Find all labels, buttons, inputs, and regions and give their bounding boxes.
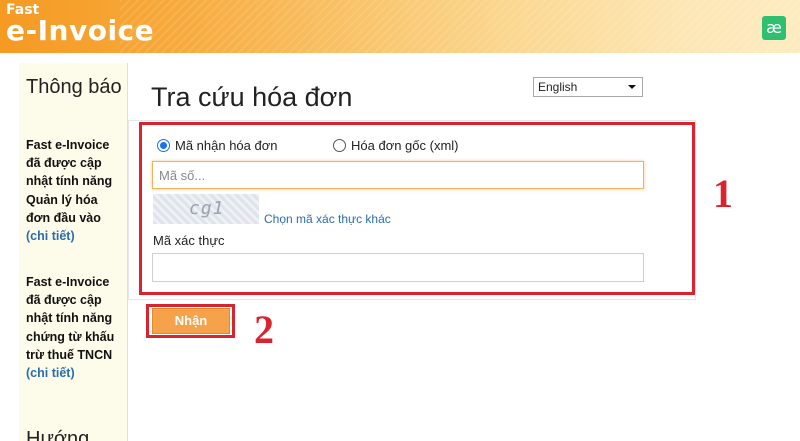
page-title: Tra cứu hóa đơn (151, 82, 353, 112)
ae-icon[interactable]: æ (762, 16, 786, 40)
annotation-marker-2: 2 (254, 307, 274, 352)
captcha-image: cg1 (153, 194, 259, 224)
radio-invoice-code-label[interactable]: Mã nhận hóa đơn (175, 138, 278, 153)
sidebar-next-section: Hướng (26, 428, 90, 441)
radio-invoice-code[interactable] (157, 139, 170, 152)
invoice-code-input[interactable] (152, 161, 644, 189)
sidebar-announcements: Thông báo Fast e-Invoice đã được cập nhậ… (19, 63, 128, 441)
verification-code-input[interactable] (152, 253, 644, 282)
chevron-down-icon (628, 85, 636, 89)
logo-einvoice[interactable]: e-Invoice (6, 14, 154, 47)
news-item: Fast e-Invoice đã được cập nhật tính năn… (26, 273, 122, 382)
verification-code-label: Mã xác thực (153, 233, 225, 248)
language-selected: English (538, 80, 578, 94)
news-text: Fast e-Invoice đã được cập nhật tính năn… (26, 275, 115, 362)
news-detail-link[interactable]: (chi tiết) (26, 366, 75, 380)
news-text: Fast e-Invoice đã được cập nhật tính năn… (26, 138, 113, 225)
captcha-refresh-link[interactable]: Chọn mã xác thực khác (264, 212, 391, 226)
captcha-text: cg1 (189, 198, 225, 219)
news-detail-link[interactable]: (chi tiết) (26, 229, 75, 243)
header-banner: Fast e-Invoice æ (0, 0, 800, 53)
submit-button[interactable]: Nhận (152, 308, 230, 334)
sidebar-title: Thông báo (26, 76, 122, 98)
news-item: Fast e-Invoice đã được cập nhật tính năn… (26, 136, 122, 245)
language-select[interactable]: English (533, 77, 643, 97)
annotation-marker-1: 1 (713, 171, 733, 216)
radio-original-xml-label[interactable]: Hóa đơn gốc (xml) (351, 138, 459, 153)
radio-original-xml[interactable] (333, 139, 346, 152)
